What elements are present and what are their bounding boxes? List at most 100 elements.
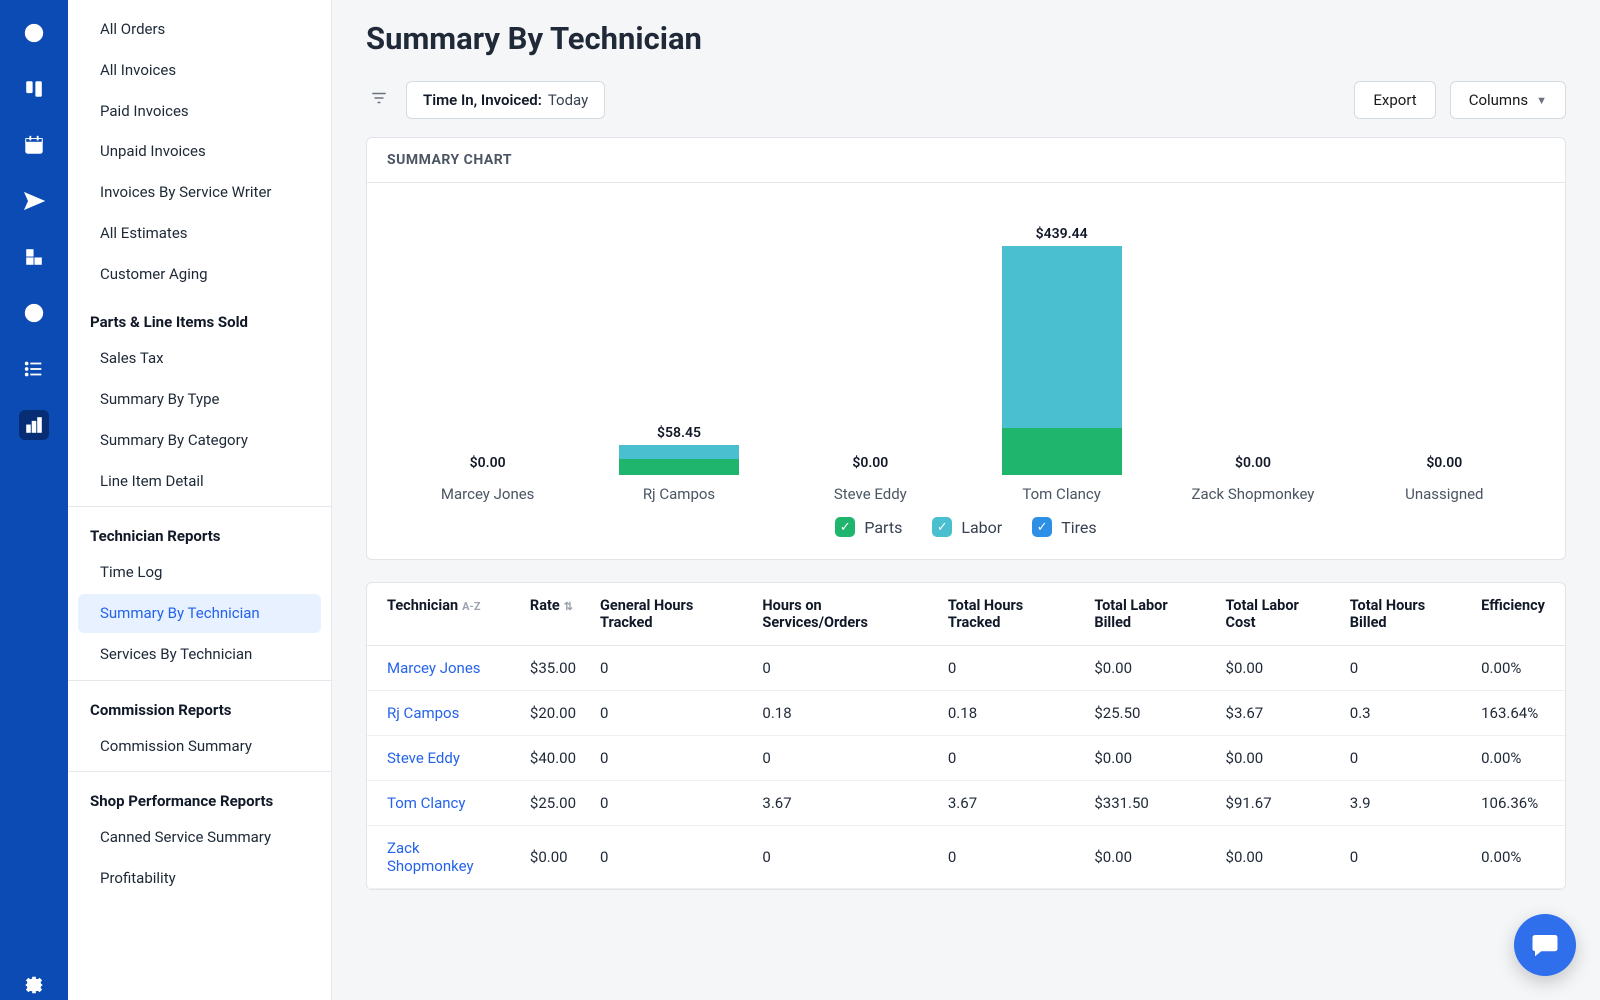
rail-calendar-icon[interactable] — [19, 130, 49, 160]
table-cell: $0.00 — [1214, 826, 1338, 889]
table-header[interactable]: Total Hours Tracked — [936, 583, 1082, 646]
checkbox-icon: ✓ — [932, 517, 952, 537]
technician-table: TechnicianA-ZRate⇅General Hours TrackedH… — [367, 583, 1565, 889]
legend-item-labor[interactable]: ✓Labor — [932, 517, 1002, 537]
sidebar-item[interactable]: Line Item Detail — [78, 462, 321, 501]
table-cell: $0.00 — [1082, 646, 1213, 691]
rail-send-icon[interactable] — [19, 186, 49, 216]
chart-bar[interactable]: $58.45Rj Campos — [588, 203, 769, 503]
chart-bar[interactable]: $439.44Tom Clancy — [971, 203, 1152, 503]
table-header[interactable]: Total Labor Billed — [1082, 583, 1213, 646]
table-header[interactable]: Hours on Services/Orders — [750, 583, 935, 646]
bar-segment-labor — [1002, 246, 1122, 428]
columns-button[interactable]: Columns ▼ — [1450, 81, 1566, 119]
date-filter-label: Time In, Invoiced: — [423, 91, 542, 109]
table-cell: 0 — [588, 826, 750, 889]
sidebar-item[interactable]: Canned Service Summary — [78, 818, 321, 857]
table-cell: 0.3 — [1338, 691, 1469, 736]
table-row: Marcey Jones$35.00000$0.00$0.0000.00% — [367, 646, 1565, 691]
table-cell: 0 — [936, 736, 1082, 781]
technician-link[interactable]: Steve Eddy — [367, 736, 518, 781]
table-cell: 0 — [588, 781, 750, 826]
chart-bar[interactable]: $0.00Marcey Jones — [397, 203, 578, 503]
export-label: Export — [1373, 91, 1416, 109]
table-cell: $40.00 — [518, 736, 588, 781]
sidebar-item[interactable]: Summary By Technician — [78, 594, 321, 633]
checkbox-icon: ✓ — [1032, 517, 1052, 537]
table-cell: 0.18 — [936, 691, 1082, 736]
table-header[interactable]: TechnicianA-Z — [367, 583, 518, 646]
filter-icon[interactable] — [366, 85, 392, 116]
table-cell: $0.00 — [1214, 736, 1338, 781]
rail-gauge-icon[interactable] — [19, 18, 49, 48]
bar-total-label: $0.00 — [1426, 455, 1462, 471]
table-cell: $0.00 — [1082, 826, 1213, 889]
sidebar-item[interactable]: Summary By Category — [78, 421, 321, 460]
table-cell: $0.00 — [1214, 646, 1338, 691]
rail-list-icon[interactable] — [19, 354, 49, 384]
bar-segment-parts — [1002, 428, 1122, 475]
table-cell: 0 — [750, 826, 935, 889]
bar-segment-labor — [619, 445, 739, 460]
bar-segment-parts — [619, 459, 739, 475]
bar-stack — [619, 445, 739, 475]
rail-bar-chart-icon[interactable] — [19, 410, 49, 440]
chart-bar[interactable]: $0.00Steve Eddy — [780, 203, 961, 503]
table-cell: $0.00 — [518, 826, 588, 889]
legend-item-tires[interactable]: ✓Tires — [1032, 517, 1096, 537]
chart-bar[interactable]: $0.00Unassigned — [1354, 203, 1535, 503]
sidebar-item[interactable]: Customer Aging — [78, 255, 321, 294]
table-cell: $0.00 — [1082, 736, 1213, 781]
rail-clock-icon[interactable] — [19, 298, 49, 328]
sidebar-item[interactable]: Sales Tax — [78, 339, 321, 378]
sidebar-heading: Parts & Line Items Sold — [68, 299, 331, 337]
table-row: Rj Campos$20.0000.180.18$25.50$3.670.316… — [367, 691, 1565, 736]
table-cell: 0 — [750, 736, 935, 781]
table-cell: 0 — [750, 646, 935, 691]
chart-bar[interactable]: $0.00Zack Shopmonkey — [1162, 203, 1343, 503]
table-header[interactable]: General Hours Tracked — [588, 583, 750, 646]
technician-link[interactable]: Rj Campos — [367, 691, 518, 736]
date-filter-chip[interactable]: Time In, Invoiced: Today — [406, 81, 605, 119]
sidebar-item[interactable]: Profitability — [78, 859, 321, 898]
checkbox-icon: ✓ — [835, 517, 855, 537]
sidebar-item[interactable]: Commission Summary — [78, 727, 321, 766]
table-cell: $25.50 — [1082, 691, 1213, 736]
chart-card-header: SUMMARY CHART — [367, 138, 1565, 183]
technician-table-card: TechnicianA-ZRate⇅General Hours TrackedH… — [366, 582, 1566, 890]
export-button[interactable]: Export — [1354, 81, 1435, 119]
rail-settings-icon[interactable] — [19, 970, 49, 1000]
table-cell: 0 — [588, 736, 750, 781]
table-header[interactable]: Total Hours Billed — [1338, 583, 1469, 646]
sidebar-item[interactable]: All Orders — [78, 10, 321, 49]
sidebar-item[interactable]: Time Log — [78, 553, 321, 592]
rail-tiles-icon[interactable] — [19, 242, 49, 272]
bar-category-label: Marcey Jones — [441, 485, 535, 503]
sort-arrows-icon: ⇅ — [564, 600, 573, 613]
sidebar-item[interactable]: Unpaid Invoices — [78, 132, 321, 171]
page-title: Summary By Technician — [366, 20, 1566, 57]
technician-link[interactable]: Tom Clancy — [367, 781, 518, 826]
sidebar-item[interactable]: Paid Invoices — [78, 92, 321, 131]
sidebar-item[interactable]: Summary By Type — [78, 380, 321, 419]
table-header[interactable]: Efficiency — [1469, 583, 1565, 646]
legend-item-parts[interactable]: ✓Parts — [835, 517, 902, 537]
sidebar-item[interactable]: Services By Technician — [78, 635, 321, 674]
toolbar: Time In, Invoiced: Today Export Columns … — [366, 81, 1566, 119]
table-header[interactable]: Total Labor Cost — [1214, 583, 1338, 646]
table-header[interactable]: Rate⇅ — [518, 583, 588, 646]
sidebar-item[interactable]: All Estimates — [78, 214, 321, 253]
report-sidebar: All OrdersAll InvoicesPaid InvoicesUnpai… — [68, 0, 332, 1000]
sidebar-item[interactable]: All Invoices — [78, 51, 321, 90]
technician-link[interactable]: Zack Shopmonkey — [367, 826, 518, 889]
bar-total-label: $439.44 — [1036, 226, 1088, 242]
table-cell: 0.00% — [1469, 736, 1565, 781]
rail-board-icon[interactable] — [19, 74, 49, 104]
chart-legend: ✓Parts ✓Labor ✓Tires — [387, 503, 1545, 551]
sidebar-divider — [68, 680, 331, 681]
sidebar-item[interactable]: Invoices By Service Writer — [78, 173, 321, 212]
technician-link[interactable]: Marcey Jones — [367, 646, 518, 691]
chat-widget-button[interactable] — [1514, 914, 1576, 976]
bar-total-label: $0.00 — [1235, 455, 1271, 471]
table-cell: 0.18 — [750, 691, 935, 736]
